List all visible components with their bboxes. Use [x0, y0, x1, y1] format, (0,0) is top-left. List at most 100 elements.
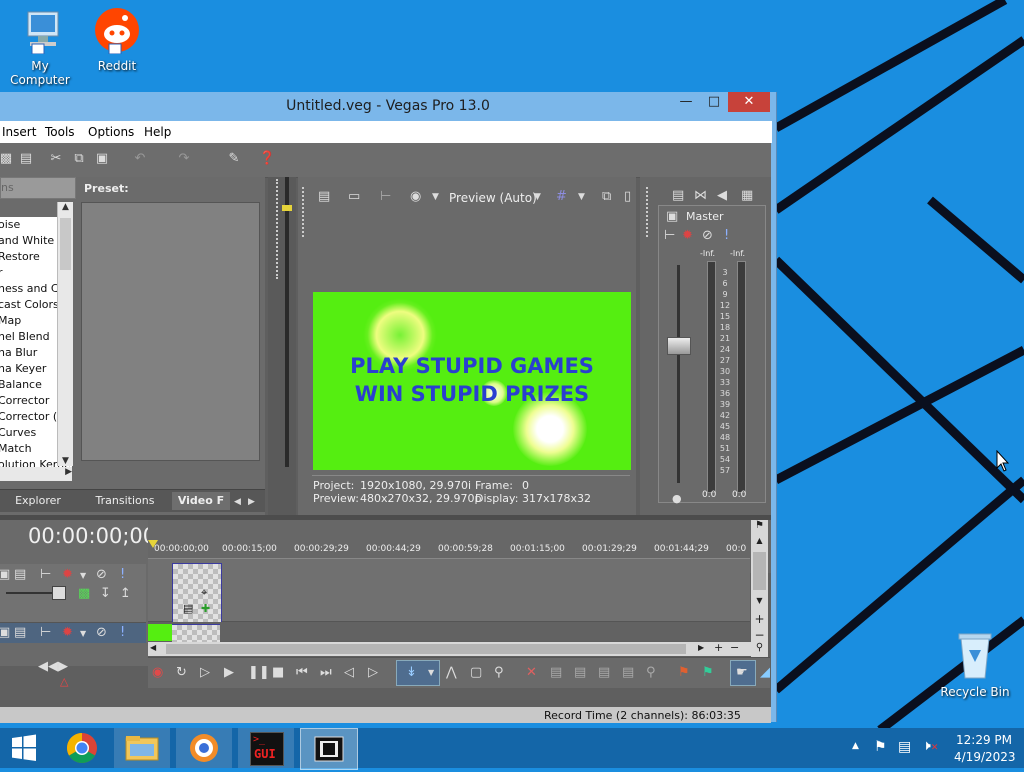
rate-arrows-icon[interactable]: ◀◀▶ [38, 660, 68, 674]
arrow-down-icon[interactable]: ↧ [100, 587, 111, 601]
composite-icon[interactable]: ▩ [78, 587, 90, 601]
mixer-menu-icon[interactable]: ▦ [741, 189, 753, 203]
show-hidden-icons-icon[interactable]: ▲ [852, 741, 859, 751]
split-view-icon[interactable]: ⊢ [380, 190, 391, 204]
fx-gear-icon[interactable]: ✹ [682, 229, 693, 243]
properties-icon[interactable]: ▤ [18, 151, 34, 167]
insert-fx-icon[interactable]: ⊢ [664, 229, 675, 243]
solo-icon[interactable]: ! [724, 229, 729, 243]
taskbar-file-explorer[interactable] [114, 728, 170, 768]
bypass-icon[interactable]: ⊘ [702, 229, 713, 243]
timeline-tracks[interactable]: ⌖ ▤ ✚ [148, 559, 750, 642]
event-crop-icon[interactable]: ⌖ [201, 586, 207, 600]
auto-ripple-icon[interactable]: ☛ [736, 666, 748, 680]
pause-icon[interactable]: ❚❚ [248, 666, 270, 680]
zoom-tool-icon[interactable]: ⚲ [494, 666, 504, 680]
video-event-clip[interactable]: ⌖ ▤ ✚ [172, 563, 222, 623]
level-slider-handle[interactable] [52, 586, 66, 600]
audio-event-clip-green[interactable] [148, 624, 172, 641]
solo-icon[interactable]: ! [120, 568, 125, 582]
minimize-button[interactable]: — [672, 92, 700, 112]
chevron-down-icon[interactable]: ▼ [534, 190, 541, 204]
fx-search-field[interactable]: ns [0, 177, 76, 199]
tab-explorer[interactable]: Explorer [0, 492, 76, 510]
speaker-mute-icon[interactable]: ◀ [717, 189, 727, 203]
chevron-down-icon[interactable]: ▼ [80, 627, 86, 641]
clock-time[interactable]: 12:29 PM [956, 733, 1012, 747]
tab-video-fx[interactable]: Video F [172, 492, 230, 510]
lock-icon[interactable]: ● [672, 492, 682, 506]
taskbar-yt-dlp-gui[interactable]: >_ GUI [238, 728, 294, 768]
grid-icon[interactable]: # [556, 190, 567, 204]
preview-quality-dropdown[interactable]: Preview (Auto) [449, 191, 537, 205]
next-frame-icon[interactable]: ▷ [368, 666, 378, 680]
mute-icon[interactable]: ⊘ [96, 626, 107, 640]
tab-transitions[interactable]: Transitions [80, 492, 170, 510]
desktop-icon-my-computer[interactable]: My Computer [0, 8, 80, 87]
stop-icon[interactable]: ■ [272, 666, 284, 680]
edit-tool-icon[interactable]: ✎ [226, 151, 242, 167]
mixer-properties-icon[interactable]: ▤ [672, 189, 684, 203]
zoom-magnifier-icon[interactable]: ⚲ [751, 642, 768, 656]
action-center-flag-icon[interactable]: ⚑ [874, 739, 887, 755]
desktop-icon-recycle-bin[interactable]: Recycle Bin [935, 630, 1015, 699]
go-to-start-icon[interactable]: ⏮ [296, 666, 308, 680]
copy-icon[interactable]: ⧉ [71, 151, 87, 167]
timeline-vscrollbar[interactable]: ⚑ ▲ ▼ + − [751, 520, 768, 660]
save-icon[interactable]: ▩ [0, 151, 14, 167]
trim-start-icon[interactable]: ▤ [574, 666, 586, 680]
insert-fx-icon[interactable]: ⊢ [40, 568, 51, 582]
timeline-ruler[interactable]: 00:00:00;00 00:00:15;00 00:00:29;29 00:0… [148, 520, 750, 559]
split-icon[interactable]: ▤ [622, 666, 634, 680]
paste-icon[interactable]: ▣ [94, 151, 110, 167]
edit-cursor-icon[interactable]: ↡ [406, 666, 417, 680]
track-motion-icon[interactable]: ▣ [0, 568, 10, 582]
help-pointer-icon[interactable]: ❓ [259, 151, 275, 167]
volume-muted-icon[interactable]: 🕨✕ [922, 738, 938, 754]
title-bar[interactable]: Untitled.veg - Vegas Pro 13.0 — □ ✕ [0, 92, 776, 122]
region-icon[interactable]: ⚑ [702, 666, 714, 680]
event-fx-icon[interactable]: ▤ [183, 602, 193, 615]
scroll-up-icon[interactable]: ▲ [751, 536, 768, 545]
envelope-tool-icon[interactable]: ⋀ [446, 666, 457, 680]
desktop-icon-reddit[interactable]: Reddit [77, 8, 157, 73]
snap-icon[interactable]: ◢ [760, 666, 770, 680]
fx-list-scrollbar[interactable]: ▲ ▼ [57, 202, 73, 466]
track-fx-icon[interactable]: ▤ [14, 626, 26, 640]
zoom-in-icon[interactable]: + [751, 612, 768, 626]
arrow-up-icon[interactable]: ↥ [120, 587, 131, 601]
menu-options[interactable]: Options [88, 125, 134, 139]
menu-tools[interactable]: Tools [45, 125, 75, 139]
master-fader-handle[interactable] [667, 337, 691, 355]
delete-icon[interactable]: ✕ [526, 666, 537, 680]
marker-flag-icon[interactable]: ⚑ [751, 520, 768, 531]
menu-insert[interactable]: Insert [2, 125, 36, 139]
trim-end-icon[interactable]: ▤ [598, 666, 610, 680]
monitor-icon[interactable]: ▭ [348, 190, 360, 204]
tab-prev-icon[interactable]: ◀ [234, 495, 241, 509]
zoom-out-icon[interactable]: − [730, 641, 739, 654]
undo-icon[interactable]: ↶ [132, 151, 148, 167]
scroll-thumb[interactable] [753, 552, 766, 590]
fx-gear-icon[interactable]: ✹ [62, 626, 73, 640]
audio-event-clip[interactable] [172, 624, 220, 642]
fx-gear-icon[interactable]: ✹ [62, 568, 73, 582]
timecode-display[interactable]: 00:00:00;00 [28, 524, 156, 548]
selection-tool-icon[interactable]: ▢ [470, 666, 482, 680]
event-pan-icon[interactable]: ✚ [201, 602, 210, 615]
marker-icon[interactable]: ⚑ [678, 666, 690, 680]
loop-icon[interactable]: ↻ [176, 666, 187, 680]
fx-hscrollbar[interactable]: ▶ [0, 467, 72, 481]
chevron-down-icon[interactable]: ▼ [432, 190, 439, 204]
track-fx-icon[interactable]: ▤ [14, 568, 26, 582]
rate-marker-icon[interactable]: △ [60, 675, 68, 689]
record-icon[interactable]: ◉ [152, 666, 163, 680]
scroll-thumb[interactable] [60, 218, 71, 270]
menu-help[interactable]: Help [144, 125, 171, 139]
clock-date[interactable]: 4/19/2023 [954, 750, 1016, 764]
chevron-down-icon[interactable]: ▼ [578, 190, 585, 204]
network-icon[interactable]: ▤ [898, 739, 911, 755]
mute-icon[interactable]: ⊘ [96, 568, 107, 582]
play-from-start-icon[interactable]: ▷ [200, 666, 210, 680]
chevron-down-icon[interactable]: ▼ [80, 569, 86, 583]
